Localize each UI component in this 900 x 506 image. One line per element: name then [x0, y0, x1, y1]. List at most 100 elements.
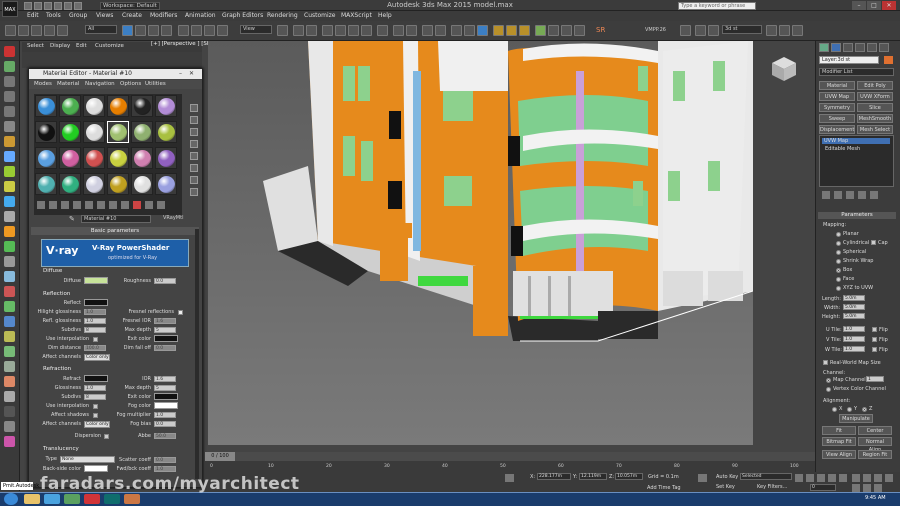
fresnel-checkbox[interactable] — [178, 310, 183, 315]
hierarchy-icon[interactable] — [4, 76, 15, 87]
material-id-icon[interactable] — [121, 201, 129, 209]
reset-map-icon[interactable] — [73, 201, 81, 209]
fog-mult-field[interactable]: 1.0 — [154, 412, 176, 418]
snaps-toggle-icon[interactable] — [322, 25, 333, 36]
media-taskbar-icon[interactable] — [64, 494, 80, 504]
layer-icon[interactable] — [4, 241, 15, 252]
assign-to-selection-icon[interactable] — [61, 201, 69, 209]
lock-selection-icon[interactable] — [505, 474, 514, 482]
menu-animation[interactable]: Animation — [185, 12, 216, 19]
vray-toolbar-icon[interactable] — [535, 25, 546, 36]
mapping-radio-face[interactable] — [836, 277, 841, 282]
helper-icon[interactable] — [4, 166, 15, 177]
sr-label[interactable]: SR — [596, 26, 605, 34]
map-channel-radio[interactable] — [826, 378, 831, 383]
menu-group[interactable]: Group — [69, 12, 87, 19]
manipulate-button[interactable]: Manipulate — [839, 414, 873, 423]
menu-views[interactable]: Views — [96, 12, 113, 19]
material-slot[interactable] — [59, 147, 81, 169]
play-icon[interactable] — [817, 474, 825, 482]
light-icon[interactable] — [4, 136, 15, 147]
display-icon[interactable] — [4, 106, 15, 117]
material-slot[interactable] — [155, 173, 177, 195]
refl-use-interp-checkbox[interactable] — [93, 337, 98, 342]
named-selection-dropdown[interactable]: 3d st — [722, 25, 762, 34]
make-unique-icon[interactable] — [846, 191, 854, 199]
select-by-name-icon[interactable] — [135, 25, 146, 36]
mat-close-button[interactable]: ✕ — [189, 70, 194, 77]
hilight-gloss-field[interactable]: 1.0 — [84, 309, 106, 315]
vmpp-label[interactable]: VMPP.26 — [645, 27, 666, 33]
material-editor-icon[interactable] — [477, 25, 488, 36]
material-slot[interactable] — [83, 95, 105, 117]
copy-material-icon[interactable] — [85, 201, 93, 209]
align-y-radio[interactable] — [847, 407, 852, 412]
place-icon[interactable] — [217, 25, 228, 36]
align-z-radio[interactable] — [862, 407, 867, 412]
minimize-button[interactable]: – — [852, 1, 866, 10]
width-field[interactable]: 5.0m — [843, 304, 865, 310]
scripting-icon[interactable] — [680, 25, 691, 36]
schematic-view-icon[interactable] — [464, 25, 475, 36]
mod-button-symmetry[interactable]: Symmetry — [819, 103, 855, 112]
max-taskbar-icon[interactable] — [104, 494, 120, 504]
acrobat-taskbar-icon[interactable] — [84, 494, 100, 504]
background-icon[interactable] — [190, 128, 198, 136]
refl-exit-color-swatch[interactable] — [154, 335, 178, 342]
select-by-material-icon[interactable] — [190, 188, 198, 196]
mod-button-meshsmooth[interactable]: MeshSmooth — [857, 114, 893, 123]
options-icon[interactable] — [190, 176, 198, 184]
put-to-library-icon[interactable] — [109, 201, 117, 209]
material-slot[interactable] — [35, 147, 57, 169]
refr-exit-color-swatch[interactable] — [154, 393, 178, 400]
app-logo[interactable]: MAX — [2, 1, 18, 17]
isolate-icon[interactable] — [4, 346, 15, 357]
material-slot[interactable] — [107, 147, 129, 169]
container-icon[interactable] — [4, 271, 15, 282]
show-map-icon[interactable] — [133, 201, 141, 209]
material-slot[interactable] — [59, 121, 81, 143]
go-to-end-icon[interactable] — [839, 474, 847, 482]
selection-filter-dropdown[interactable]: All — [85, 25, 117, 34]
tab-display[interactable]: Display — [50, 43, 70, 49]
v-flip-checkbox[interactable] — [872, 337, 877, 342]
material-editor-window[interactable]: Material Editor - Material #10 – ✕ Modes… — [28, 68, 203, 488]
render-production-icon[interactable] — [519, 25, 530, 36]
show-end-result-icon[interactable] — [834, 191, 842, 199]
sync-icon[interactable] — [4, 361, 15, 372]
material-slot[interactable] — [83, 121, 105, 143]
set-key-button[interactable]: Set Key — [716, 484, 735, 490]
object-name-field[interactable]: Layer:3d st — [819, 56, 879, 64]
sample-uv-icon[interactable] — [190, 140, 198, 148]
stack-item-editable-mesh[interactable]: Editable Mesh — [825, 146, 860, 152]
real-world-checkbox[interactable] — [823, 360, 828, 365]
next-frame-icon[interactable] — [828, 474, 836, 482]
mat-menu-navigation[interactable]: Navigation — [85, 81, 115, 87]
refl-affect-channels-dropdown[interactable]: Color only — [84, 354, 110, 361]
normal-align-button[interactable]: Normal Align — [858, 437, 892, 453]
find-icon[interactable] — [4, 421, 15, 432]
video-check-icon[interactable] — [190, 152, 198, 160]
rotate-icon[interactable] — [191, 25, 202, 36]
scatter-coeff-field[interactable]: 0.0 — [154, 457, 176, 463]
layer-manager-icon[interactable] — [422, 25, 433, 36]
add-time-tag-button[interactable]: Add Time Tag — [647, 485, 681, 491]
explorer-taskbar-icon[interactable] — [24, 494, 40, 504]
menu-help[interactable]: Help — [378, 12, 392, 19]
roughness-field[interactable]: 0.0 — [154, 278, 176, 284]
named-sets-icon[interactable] — [377, 25, 388, 36]
menu-customize[interactable]: Customize — [304, 12, 336, 19]
properties-icon[interactable] — [4, 436, 15, 447]
material-slot[interactable] — [35, 95, 57, 117]
auto-key-button[interactable]: Auto Key — [716, 474, 738, 480]
select-object-icon[interactable] — [122, 25, 133, 36]
ior-field[interactable]: 1.6 — [154, 376, 176, 382]
highlight-icon[interactable] — [4, 376, 15, 387]
display-tab-icon[interactable] — [867, 43, 877, 52]
material-slot[interactable] — [155, 95, 177, 117]
go-to-parent-icon[interactable] — [157, 201, 165, 209]
menu-create[interactable]: Create — [122, 12, 142, 19]
material-slot[interactable] — [131, 121, 153, 143]
key-filters-button[interactable]: Key Filters... — [757, 484, 787, 490]
dim-falloff-field[interactable]: 0.0 — [154, 345, 176, 351]
